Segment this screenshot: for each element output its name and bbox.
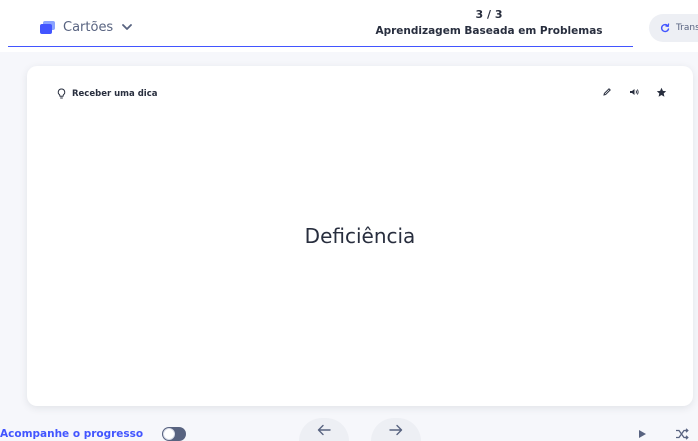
arrow-left-icon <box>317 424 331 435</box>
track-progress-label: Acompanhe o progresso <box>0 428 144 440</box>
hint-label: Receber uma dica <box>72 89 158 99</box>
study-mode-label: Cartões <box>63 19 114 35</box>
card-toolbar <box>601 86 667 98</box>
footer-controls: Acompanhe o progresso <box>0 418 698 441</box>
transcribe-button[interactable]: Trans <box>649 14 698 42</box>
hint-button[interactable]: Receber uma dica <box>57 88 158 100</box>
lightbulb-icon <box>57 88 66 99</box>
shuffle-icon[interactable] <box>675 427 689 441</box>
toggle-knob <box>163 428 175 440</box>
previous-card-button[interactable] <box>299 418 349 441</box>
play-icon[interactable] <box>636 428 648 440</box>
set-title: Aprendizagem Baseada em Problemas <box>375 25 603 37</box>
progress-count: 3 / 3 <box>475 8 503 21</box>
refresh-icon <box>660 23 670 33</box>
track-progress-toggle[interactable] <box>162 427 186 441</box>
audio-button[interactable] <box>628 86 640 98</box>
header-divider <box>8 46 345 47</box>
arrow-right-icon <box>389 424 403 435</box>
study-mode-dropdown[interactable]: Cartões <box>40 16 133 38</box>
chevron-down-icon <box>122 24 133 30</box>
star-icon <box>656 87 666 97</box>
edit-button[interactable] <box>601 86 613 98</box>
transcribe-label: Trans <box>676 23 698 33</box>
star-button[interactable] <box>655 86 667 98</box>
progress-indicator: 3 / 3 Aprendizagem Baseada em Problemas <box>345 8 633 38</box>
speaker-icon <box>629 89 639 95</box>
next-card-button[interactable] <box>371 418 421 441</box>
pencil-icon <box>603 88 611 96</box>
flashcard-term: Deficiência <box>304 224 416 248</box>
progress-bar <box>345 46 633 47</box>
top-bar: Cartões 3 / 3 Aprendizagem Baseada em Pr… <box>0 0 698 52</box>
flashcard[interactable]: Receber uma dica Deficiência <box>27 66 693 406</box>
cards-icon <box>40 20 55 34</box>
